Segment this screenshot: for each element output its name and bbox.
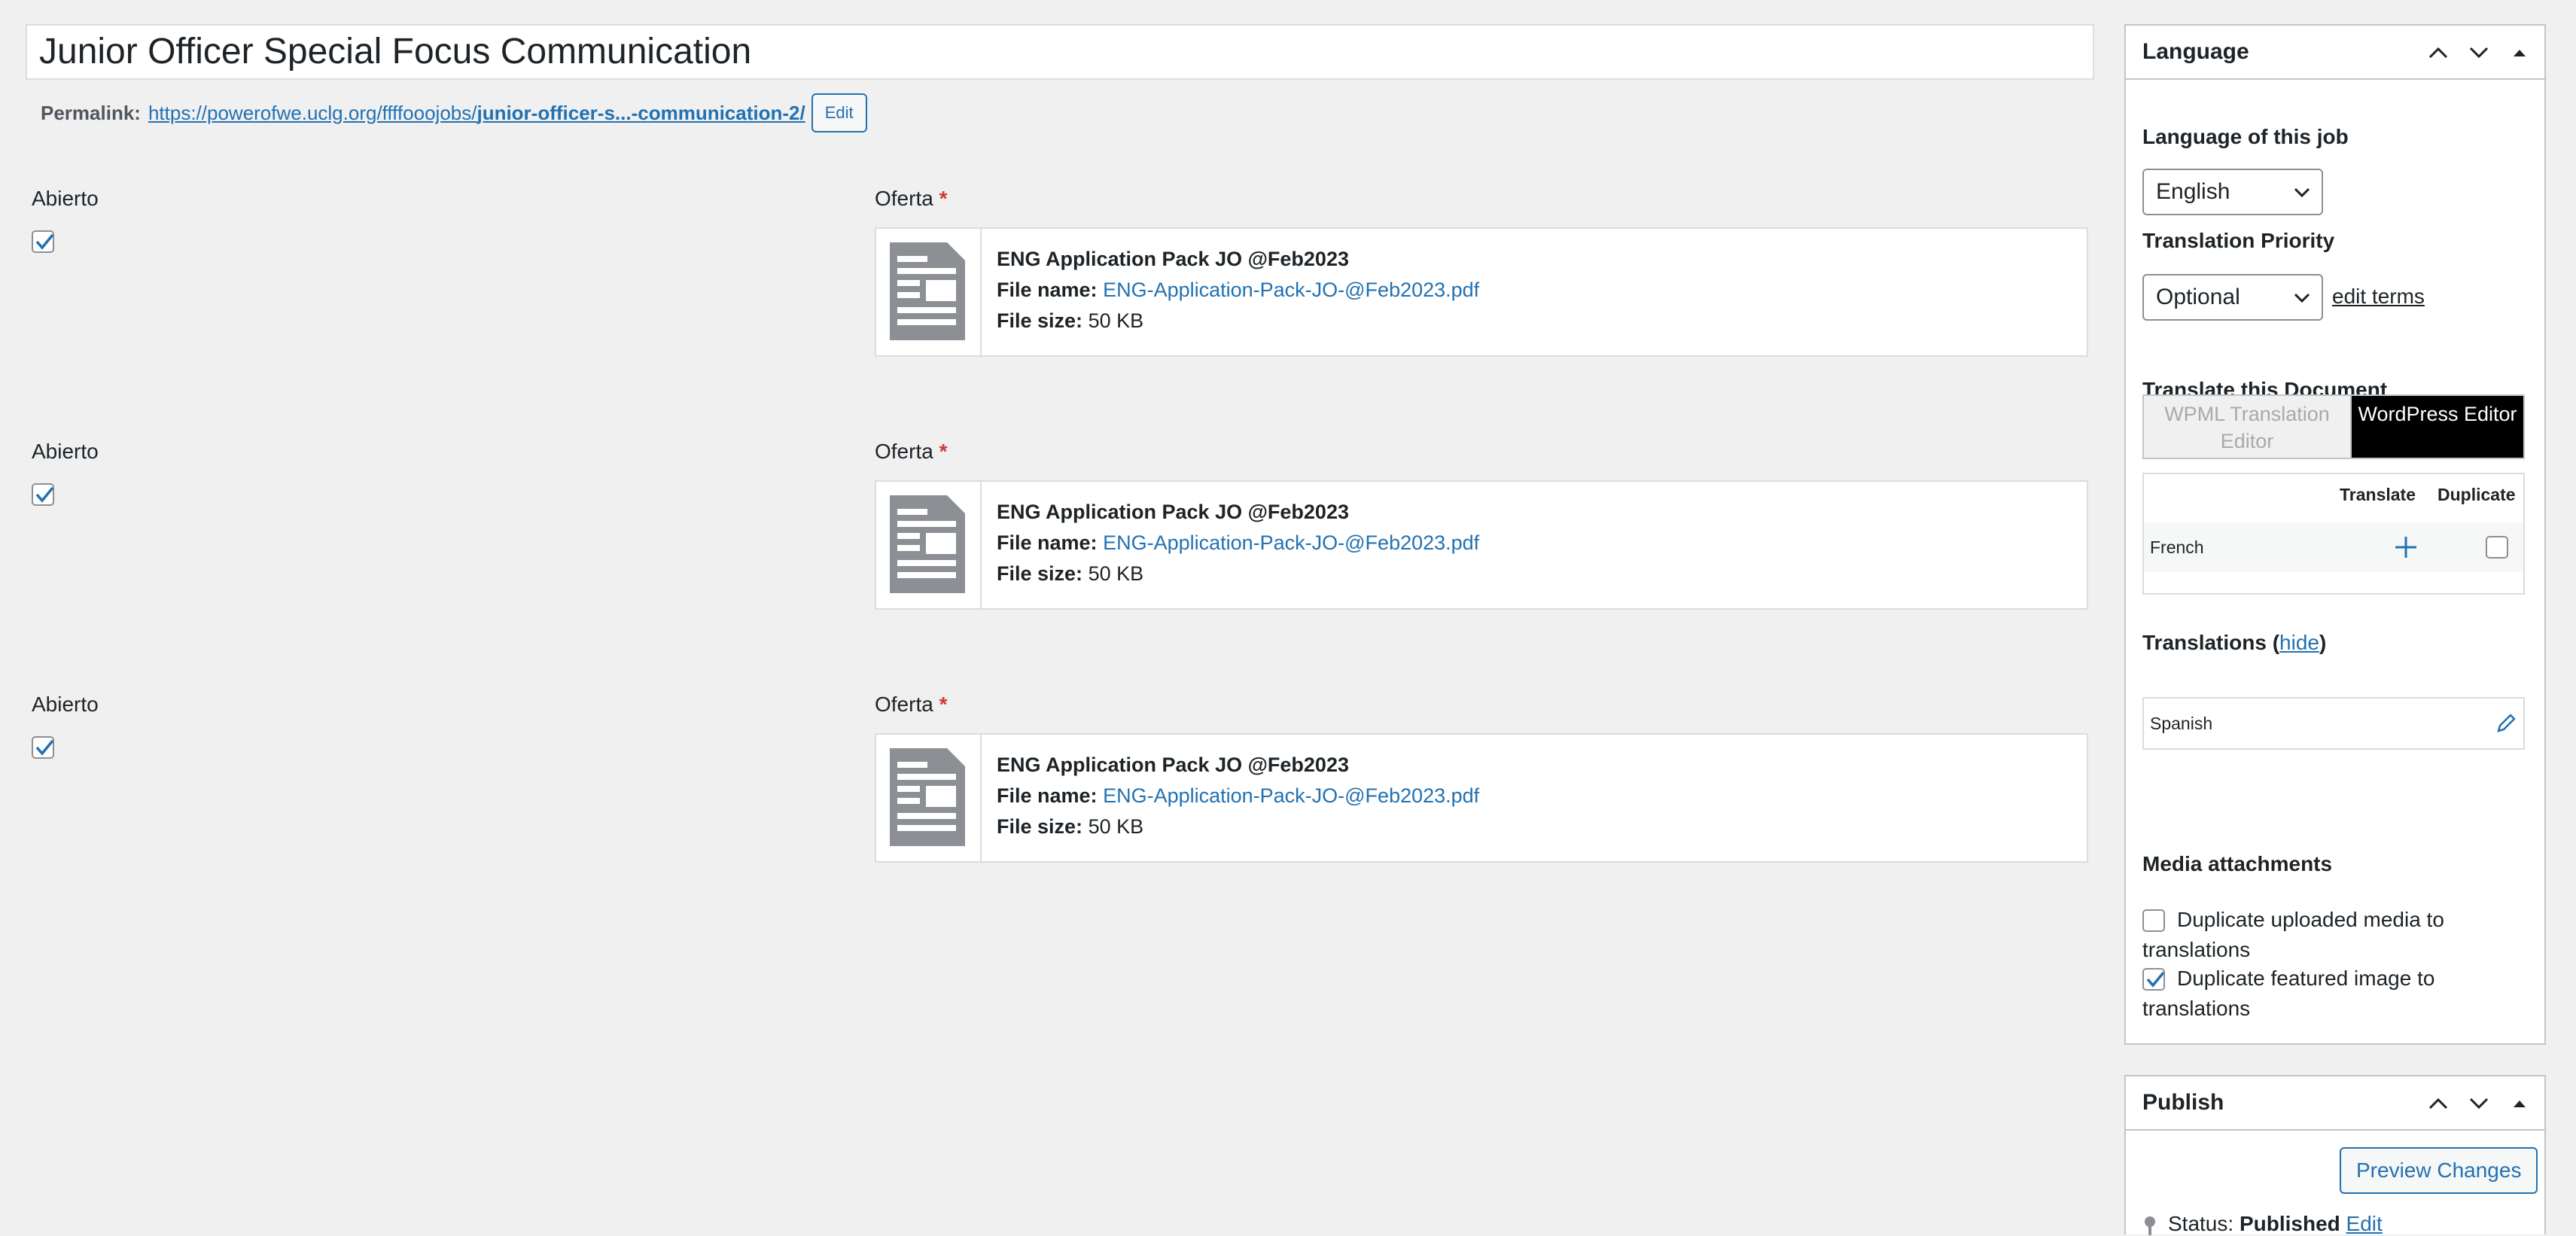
file-card: ENG Application Pack JO @Feb2023 File na… xyxy=(875,227,2088,357)
language-select[interactable]: English xyxy=(2142,169,2323,215)
pencil-icon[interactable] xyxy=(2495,712,2517,735)
edit-status-link[interactable]: Edit xyxy=(2346,1212,2383,1235)
add-translation-icon[interactable] xyxy=(2394,535,2418,559)
permalink-base: https://powerofwe.uclg.org/ffffooojobs/ xyxy=(148,101,477,124)
publish-metabox-header: Publish xyxy=(2126,1076,2544,1131)
abierto-label: Abierto xyxy=(32,693,99,716)
check-icon xyxy=(35,739,54,756)
priority-select[interactable]: Optional xyxy=(2142,274,2323,321)
file-size: 50 KB xyxy=(1088,309,1144,332)
wpml-editor-option[interactable]: WPML Translation Editor xyxy=(2144,396,2352,458)
check-icon xyxy=(35,486,54,503)
document-icon xyxy=(876,229,982,355)
translations-heading: Translations (hide) xyxy=(2142,631,2327,654)
document-icon xyxy=(876,482,982,608)
abierto-checkbox[interactable] xyxy=(32,230,54,253)
file-name-link[interactable]: ENG-Application-Pack-JO-@Feb2023.pdf xyxy=(1103,279,1479,301)
collapse-toggle-icon[interactable] xyxy=(2501,1088,2538,1119)
pin-icon xyxy=(2145,1216,2155,1235)
preview-changes-button[interactable]: Preview Changes xyxy=(2340,1147,2538,1194)
publish-metabox-title: Publish xyxy=(2142,1090,2224,1115)
existing-translation-row: Spanish xyxy=(2142,697,2525,750)
check-icon xyxy=(35,233,54,250)
file-name-link[interactable]: ENG-Application-Pack-JO-@Feb2023.pdf xyxy=(1103,531,1479,554)
oferta-label: Oferta * xyxy=(875,187,948,210)
oferta-label: Oferta * xyxy=(875,693,948,716)
file-size: 50 KB xyxy=(1088,815,1144,838)
oferta-label: Oferta * xyxy=(875,440,948,463)
edit-permalink-button[interactable]: Edit xyxy=(811,93,867,132)
duplicate-media-label: Duplicate uploaded media to translations xyxy=(2142,908,2444,961)
status-row: Status: Published Edit xyxy=(2142,1212,2383,1236)
permalink-slug: junior-officer-s...-communication-2/ xyxy=(477,101,805,124)
translation-priority-label: Translation Priority xyxy=(2142,229,2335,252)
file-name-link[interactable]: ENG-Application-Pack-JO-@Feb2023.pdf xyxy=(1103,784,1479,807)
duplicate-checkbox[interactable] xyxy=(2486,536,2508,559)
translate-column-header: Translate xyxy=(2340,485,2416,504)
wordpress-editor-option[interactable]: WordPress Editor xyxy=(2352,396,2523,458)
file-title: ENG Application Pack JO @Feb2023 xyxy=(997,753,1349,776)
file-title: ENG Application Pack JO @Feb2023 xyxy=(997,501,1349,523)
abierto-checkbox[interactable] xyxy=(32,483,54,506)
move-up-icon[interactable] xyxy=(2419,1088,2457,1119)
chevron-down-icon xyxy=(2294,187,2310,198)
file-card: ENG Application Pack JO @Feb2023 File na… xyxy=(875,480,2088,610)
status-value: Published xyxy=(2239,1212,2340,1235)
table-row: French xyxy=(2144,522,2523,572)
abierto-label: Abierto xyxy=(32,187,99,210)
editor-segmented-control: WPML Translation Editor WordPress Editor xyxy=(2142,394,2525,459)
duplicate-column-header: Duplicate xyxy=(2437,485,2516,504)
language-metabox-title: Language xyxy=(2142,39,2249,64)
language-of-job-label: Language of this job xyxy=(2142,125,2349,148)
file-size: 50 KB xyxy=(1088,562,1144,585)
permalink-row: Permalink: https://powerofwe.uclg.org/ff… xyxy=(41,93,867,132)
duplicate-featured-label: Duplicate featured image to translations xyxy=(2142,967,2435,1020)
permalink-label: Permalink: xyxy=(41,101,141,124)
abierto-label: Abierto xyxy=(32,440,99,463)
edit-terms-link[interactable]: edit terms xyxy=(2332,285,2425,309)
language-metabox-header: Language xyxy=(2126,26,2544,80)
move-up-icon[interactable] xyxy=(2419,38,2457,68)
media-attachments-label: Media attachments xyxy=(2142,852,2333,875)
chevron-down-icon xyxy=(2294,293,2310,303)
abierto-checkbox[interactable] xyxy=(32,736,54,759)
collapse-toggle-icon[interactable] xyxy=(2501,38,2538,68)
target-language: French xyxy=(2150,537,2204,557)
move-down-icon[interactable] xyxy=(2460,38,2498,68)
translate-table: Translate Duplicate French xyxy=(2142,473,2525,595)
post-title-input[interactable]: Junior Officer Special Focus Communicati… xyxy=(26,24,2094,80)
language-metabox: Language Language of this job English Tr… xyxy=(2124,24,2546,1045)
existing-translation-language: Spanish xyxy=(2150,714,2213,733)
file-title: ENG Application Pack JO @Feb2023 xyxy=(997,248,1349,270)
hide-translations-link[interactable]: hide xyxy=(2279,631,2319,654)
publish-metabox: Publish Preview Changes Status: Publishe… xyxy=(2124,1075,2546,1236)
permalink-link[interactable]: https://powerofwe.uclg.org/ffffooojobs/j… xyxy=(148,102,805,125)
move-down-icon[interactable] xyxy=(2460,1088,2498,1119)
document-icon xyxy=(876,735,982,861)
file-card: ENG Application Pack JO @Feb2023 File na… xyxy=(875,733,2088,863)
